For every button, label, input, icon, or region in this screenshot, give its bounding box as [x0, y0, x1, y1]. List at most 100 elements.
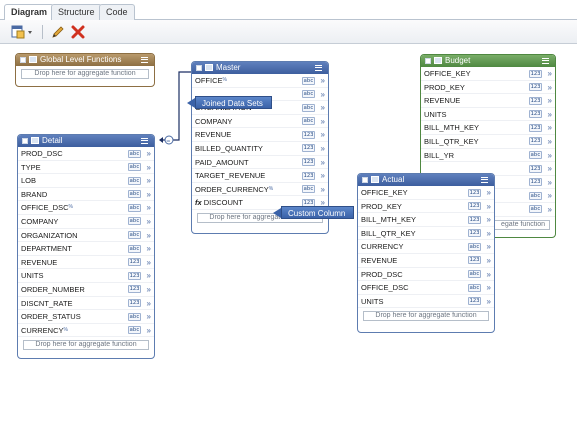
- expand-arrow-icon[interactable]: »: [147, 229, 151, 243]
- expand-arrow-icon[interactable]: »: [321, 169, 325, 183]
- panel-header[interactable]: Global Level Functions: [16, 54, 154, 66]
- actual-dataset-panel[interactable]: Actual OFFICE_KEY 123» PROD_KEY 123» BILL_MT…: [357, 173, 495, 333]
- edit-button[interactable]: [50, 24, 66, 40]
- expand-arrow-icon[interactable]: »: [487, 213, 491, 227]
- expand-arrow-icon[interactable]: »: [321, 183, 325, 197]
- expand-arrow-icon[interactable]: »: [147, 174, 151, 188]
- menu-icon[interactable]: [315, 65, 322, 71]
- column-row[interactable]: OFFICE_DSC% abc »: [18, 201, 154, 215]
- column-row[interactable]: REVENUE 123 »: [421, 94, 555, 108]
- expand-arrow-icon[interactable]: »: [487, 227, 491, 241]
- column-row[interactable]: BILLED_QUANTITY 123 »: [192, 142, 328, 156]
- column-row[interactable]: PROD_KEY 123 »: [358, 200, 494, 214]
- expand-arrow-icon[interactable]: »: [147, 256, 151, 270]
- expand-arrow-icon[interactable]: »: [147, 297, 151, 311]
- expand-arrow-icon[interactable]: »: [487, 186, 491, 200]
- menu-icon[interactable]: [141, 138, 148, 144]
- column-row[interactable]: REVENUE 123 »: [192, 128, 328, 142]
- expand-arrow-icon[interactable]: »: [548, 121, 552, 135]
- expand-arrow-icon[interactable]: »: [548, 94, 552, 108]
- column-row[interactable]: ORDER_NUMBER 123 »: [18, 283, 154, 297]
- column-row[interactable]: COMPANY abc »: [18, 215, 154, 229]
- expand-arrow-icon[interactable]: »: [147, 242, 151, 256]
- expand-arrow-icon[interactable]: »: [487, 240, 491, 254]
- column-row[interactable]: COMPANY abc »: [192, 115, 328, 129]
- detail-dataset-panel[interactable]: Detail PROD_DSC abc» TYPE abc» LOB abc» BRAND a…: [17, 134, 155, 359]
- column-row[interactable]: PROD_KEY 123 »: [421, 81, 555, 95]
- panel-header[interactable]: Master: [192, 62, 328, 74]
- expand-arrow-icon[interactable]: »: [548, 203, 552, 217]
- expand-arrow-icon[interactable]: »: [147, 269, 151, 283]
- column-row[interactable]: OFFICE_DSC abc »: [358, 281, 494, 295]
- expand-arrow-icon[interactable]: »: [548, 108, 552, 122]
- column-row[interactable]: BILL_QTR_KEY 123 »: [421, 135, 555, 149]
- expand-arrow-icon[interactable]: »: [548, 81, 552, 95]
- collapse-icon[interactable]: [196, 65, 202, 71]
- expand-arrow-icon[interactable]: »: [321, 142, 325, 156]
- column-row[interactable]: BILL_MTH_KEY 123 »: [421, 121, 555, 135]
- delete-button[interactable]: [70, 24, 86, 40]
- column-row[interactable]: DISCNT_RATE 123 »: [18, 297, 154, 311]
- add-dataset-button[interactable]: [10, 24, 36, 40]
- expand-arrow-icon[interactable]: »: [147, 201, 151, 215]
- panel-header[interactable]: Actual: [358, 174, 494, 186]
- expand-arrow-icon[interactable]: »: [548, 67, 552, 81]
- column-row[interactable]: CURRENCY% abc »: [18, 324, 154, 338]
- expand-arrow-icon[interactable]: »: [147, 324, 151, 338]
- expand-arrow-icon[interactable]: »: [147, 215, 151, 229]
- aggregate-drop-zone[interactable]: Drop here for aggregate function: [21, 69, 149, 79]
- panel-header[interactable]: Budget: [421, 55, 555, 67]
- column-row[interactable]: ORDER_CURRENCY% abc »: [192, 183, 328, 197]
- expand-arrow-icon[interactable]: »: [147, 161, 151, 175]
- column-row[interactable]: LOB abc »: [18, 174, 154, 188]
- column-row[interactable]: BILL_YR abc »: [421, 149, 555, 163]
- expand-arrow-icon[interactable]: »: [487, 281, 491, 295]
- expand-arrow-icon[interactable]: »: [548, 176, 552, 190]
- column-row[interactable]: DEPARTMENT abc »: [18, 242, 154, 256]
- column-row[interactable]: PROD_DSC abc »: [358, 268, 494, 282]
- column-row[interactable]: REVENUE 123 »: [18, 256, 154, 270]
- expand-arrow-icon[interactable]: »: [147, 188, 151, 202]
- aggregate-drop-zone[interactable]: Drop here for aggregate function: [363, 311, 489, 322]
- expand-arrow-icon[interactable]: »: [487, 268, 491, 282]
- column-row[interactable]: OFFICE_KEY 123 »: [421, 67, 555, 81]
- aggregate-drop-zone[interactable]: Drop here for aggregate function: [23, 340, 149, 351]
- expand-arrow-icon[interactable]: »: [321, 101, 325, 115]
- column-row[interactable]: BRAND abc »: [18, 188, 154, 202]
- menu-icon[interactable]: [481, 177, 488, 183]
- collapse-icon[interactable]: [362, 177, 368, 183]
- expand-arrow-icon[interactable]: »: [321, 74, 325, 88]
- expand-arrow-icon[interactable]: »: [548, 162, 552, 176]
- tab-structure[interactable]: Structure: [51, 4, 102, 20]
- column-row[interactable]: PROD_DSC abc »: [18, 147, 154, 161]
- column-row[interactable]: UNITS 123 »: [421, 108, 555, 122]
- collapse-icon[interactable]: [425, 58, 431, 64]
- expand-arrow-icon[interactable]: »: [321, 115, 325, 129]
- expand-arrow-icon[interactable]: »: [321, 156, 325, 170]
- collapse-icon[interactable]: [20, 57, 26, 63]
- column-row[interactable]: OFFICE_KEY 123 »: [358, 186, 494, 200]
- panel-header[interactable]: Detail: [18, 135, 154, 147]
- column-row[interactable]: REVENUE 123 »: [358, 254, 494, 268]
- expand-arrow-icon[interactable]: »: [147, 147, 151, 161]
- expand-arrow-icon[interactable]: »: [487, 254, 491, 268]
- expand-arrow-icon[interactable]: »: [487, 295, 491, 309]
- tab-code[interactable]: Code: [99, 4, 135, 20]
- column-row[interactable]: BILL_MTH_KEY 123 »: [358, 213, 494, 227]
- expand-arrow-icon[interactable]: »: [321, 88, 325, 102]
- expand-arrow-icon[interactable]: »: [548, 189, 552, 203]
- column-row[interactable]: CURRENCY abc »: [358, 240, 494, 254]
- column-row[interactable]: UNITS 123 »: [358, 295, 494, 309]
- tab-diagram[interactable]: Diagram: [4, 4, 55, 21]
- column-row[interactable]: OFFICE% abc »: [192, 74, 328, 88]
- collapse-icon[interactable]: [22, 138, 28, 144]
- expand-arrow-icon[interactable]: »: [147, 310, 151, 324]
- column-row[interactable]: TYPE abc »: [18, 161, 154, 175]
- expand-arrow-icon[interactable]: »: [548, 135, 552, 149]
- expand-arrow-icon[interactable]: »: [548, 149, 552, 163]
- global-functions-panel[interactable]: Global Level Functions Drop here for agg…: [15, 53, 155, 87]
- menu-icon[interactable]: [542, 58, 549, 64]
- column-row[interactable]: UNITS 123 »: [18, 269, 154, 283]
- column-row[interactable]: ORGANIZATION abc »: [18, 229, 154, 243]
- menu-icon[interactable]: [141, 57, 148, 63]
